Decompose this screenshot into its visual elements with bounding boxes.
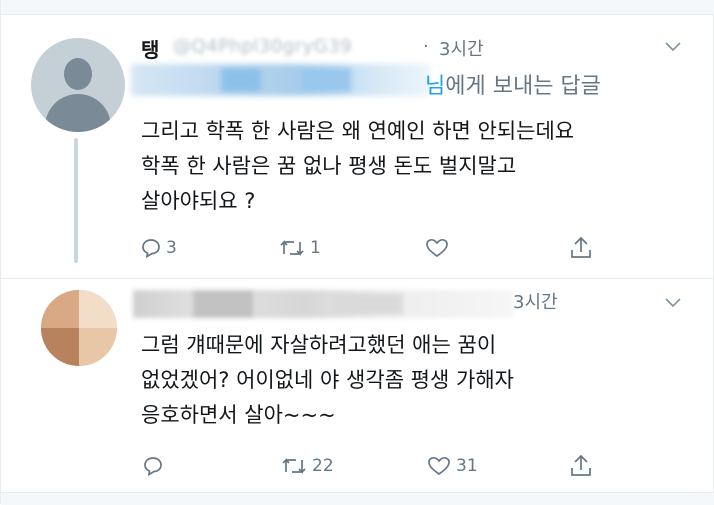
retweet-button[interactable]: 22 — [281, 456, 334, 476]
thread-connector — [74, 138, 78, 263]
tweet-line: 없었겠어? 어이없네 야 생각좀 평생 가해자 — [141, 368, 514, 392]
reply-to-mention[interactable]: 님 — [425, 74, 445, 99]
tweet-body: 그리고 학폭 한 사람은 왜 연예인 하면 안되는데요 학폭 한 사람은 꿈 없… — [141, 114, 574, 219]
reply-count: 3 — [166, 238, 177, 258]
like-count: 31 — [456, 456, 478, 476]
retweet-count: 1 — [310, 238, 321, 258]
reply-button[interactable] — [143, 456, 168, 476]
reply-button[interactable]: 3 — [141, 238, 177, 258]
like-icon — [426, 238, 448, 258]
chevron-down-icon[interactable] — [665, 42, 681, 56]
chevron-down-icon[interactable] — [665, 298, 681, 312]
reply-to-blurred — [131, 64, 431, 96]
tweet-line: 응호하면서 살아~~~ — [141, 403, 336, 427]
like-button[interactable]: 31 — [427, 456, 478, 476]
tweet-author-name[interactable]: 탱 — [141, 34, 159, 63]
retweet-button[interactable]: 1 — [279, 238, 321, 258]
tweet-body: 그럼 걔때문에 자살하려고했던 애는 꿈이 없었겠어? 어이없네 야 생각좀 평… — [141, 328, 514, 433]
retweet-icon — [280, 239, 304, 257]
retweet-icon — [282, 457, 306, 475]
tweet-divider — [1, 278, 714, 279]
tweet-line: 그럼 걔때문에 자살하려고했던 애는 꿈이 — [141, 333, 497, 357]
share-button[interactable] — [570, 454, 592, 478]
default-avatar-icon[interactable] — [31, 38, 125, 132]
share-button[interactable] — [570, 236, 592, 260]
reply-icon — [144, 457, 162, 476]
tweet-author-handle[interactable]: @Q4Phpl30gryG39 — [173, 36, 352, 57]
reply-to-label[interactable]: 님에게 보내는 답글 — [425, 68, 601, 100]
reply-icon — [142, 239, 160, 258]
tweet-author-blurred[interactable] — [133, 290, 513, 318]
top-edge — [1, 0, 714, 15]
timeline: 탱 @Q4Phpl30gryG39 · 3시간 님에게 보내는 답글 그리고 학… — [0, 0, 714, 505]
share-icon — [571, 236, 591, 258]
reply-to-text: 에게 보내는 답글 — [445, 74, 601, 99]
like-icon — [428, 456, 450, 476]
tweet-timestamp[interactable]: 3시간 — [513, 288, 558, 314]
tweet-line: 살아야되요 ? — [141, 189, 256, 213]
tweet-timestamp[interactable]: 3시간 — [439, 35, 484, 61]
bottom-edge — [1, 492, 714, 505]
user-avatar[interactable] — [41, 290, 117, 366]
tweet-line: 그리고 학폭 한 사람은 왜 연예인 하면 안되는데요 — [141, 119, 575, 143]
tweet-line: 학폭 한 사람은 꿈 없나 평생 돈도 벌지말고 — [141, 154, 517, 178]
separator-dot: · — [423, 36, 429, 57]
like-button[interactable] — [425, 238, 454, 258]
share-icon — [571, 454, 591, 476]
retweet-count: 22 — [312, 456, 334, 476]
